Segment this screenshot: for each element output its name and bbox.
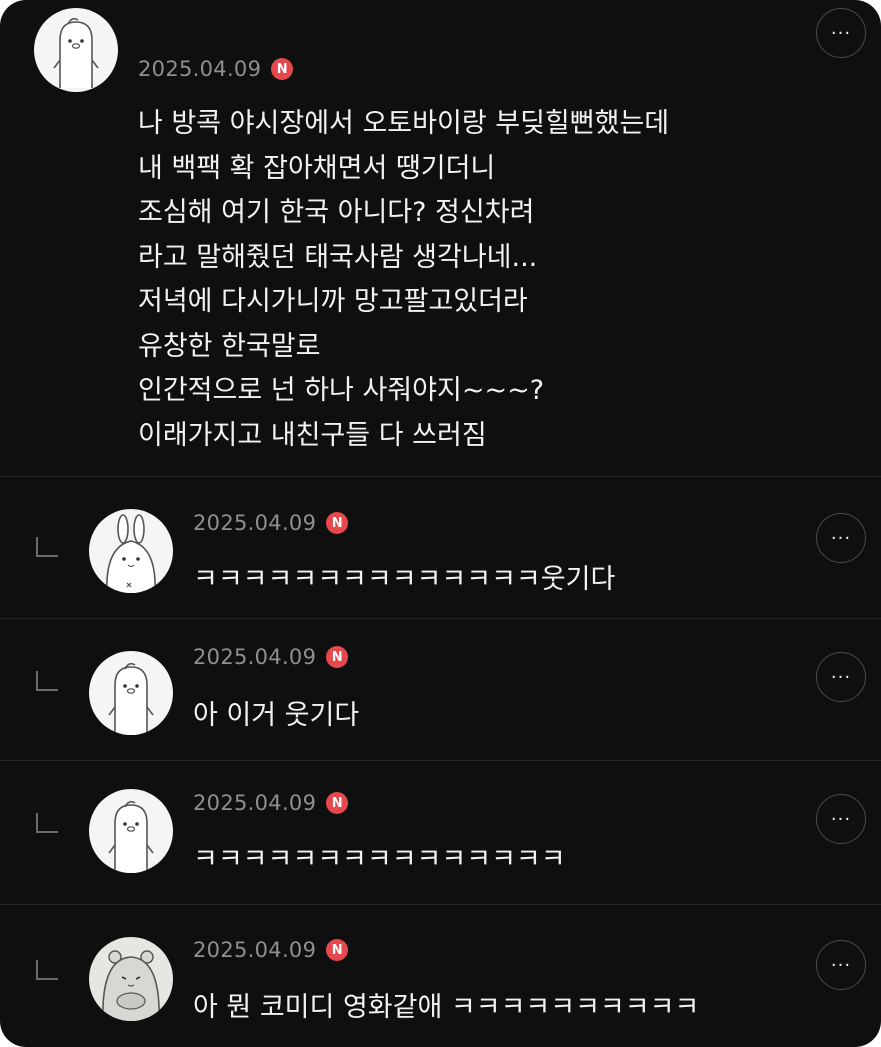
reply-item: 2025.04.09 N ··· ㅋㅋㅋㅋㅋㅋㅋㅋㅋㅋㅋㅋㅋㅋ웃기다 — [0, 477, 881, 619]
hamster-character-icon — [102, 950, 160, 1021]
reply-arrow-icon — [36, 813, 58, 833]
new-badge-icon: N — [326, 792, 349, 814]
more-options-button[interactable]: ··· — [816, 513, 866, 563]
avatar[interactable] — [89, 937, 173, 1021]
avatar[interactable] — [34, 8, 118, 92]
avatar[interactable] — [89, 509, 173, 593]
reply-text: ㅋㅋㅋㅋㅋㅋㅋㅋㅋㅋㅋㅋㅋㅋ웃기다 — [193, 564, 616, 595]
new-badge-icon: N — [271, 58, 294, 80]
more-options-button[interactable]: ··· — [816, 8, 866, 58]
reply-arrow-icon — [36, 960, 58, 980]
new-badge-icon: N — [326, 646, 349, 668]
reply-arrow-icon — [36, 671, 58, 691]
comment-meta: 2025.04.09 N — [193, 511, 349, 535]
chick-character-icon — [53, 17, 99, 88]
more-options-button[interactable]: ··· — [816, 652, 866, 702]
comment-date: 2025.04.09 — [193, 791, 317, 815]
comment-meta: 2025.04.09 N — [193, 645, 349, 669]
avatar[interactable] — [89, 651, 173, 735]
comment-thread: 2025.04.09 N ··· 나 방콕 야시장에서 오토바이랑 부딪힐뻔했는… — [0, 0, 881, 1047]
avatar[interactable] — [89, 789, 173, 873]
reply-text: ㅋㅋㅋㅋㅋㅋㅋㅋㅋㅋㅋㅋㅋㅋㅋ — [193, 844, 566, 875]
reply-item: 2025.04.09 N ··· 아 뭔 코미디 영화같애 ㅋㅋㅋㅋㅋㅋㅋㅋㅋㅋ — [0, 905, 881, 1047]
comment-meta: 2025.04.09 N — [138, 57, 294, 81]
comment-date: 2025.04.09 — [193, 511, 317, 535]
new-badge-icon: N — [326, 512, 349, 534]
reply-text: 아 이거 웃기다 — [193, 700, 360, 731]
reply-arrow-icon — [36, 537, 58, 557]
comment-meta: 2025.04.09 N — [193, 938, 349, 962]
comment-body: 나 방콕 야시장에서 오토바이랑 부딪힐뻔했는데 내 백팩 확 잡아채면서 땡기… — [138, 108, 670, 451]
chick-character-icon — [108, 800, 154, 873]
more-options-button[interactable]: ··· — [816, 794, 866, 844]
comment-date: 2025.04.09 — [193, 938, 317, 962]
reply-item: 2025.04.09 N ··· 아 이거 웃기다 — [0, 619, 881, 761]
chick-character-icon — [108, 662, 154, 735]
comment-date: 2025.04.09 — [138, 57, 262, 81]
comment-date: 2025.04.09 — [193, 645, 317, 669]
more-options-button[interactable]: ··· — [816, 940, 866, 990]
comment-meta: 2025.04.09 N — [193, 791, 349, 815]
reply-text: 아 뭔 코미디 영화같애 ㅋㅋㅋㅋㅋㅋㅋㅋㅋㅋ — [193, 992, 700, 1023]
main-comment: 2025.04.09 N ··· 나 방콕 야시장에서 오토바이랑 부딪힐뻔했는… — [0, 0, 881, 477]
new-badge-icon: N — [326, 939, 349, 961]
reply-item: 2025.04.09 N ··· ㅋㅋㅋㅋㅋㅋㅋㅋㅋㅋㅋㅋㅋㅋㅋ — [0, 761, 881, 905]
rabbit-character-icon — [106, 514, 156, 593]
